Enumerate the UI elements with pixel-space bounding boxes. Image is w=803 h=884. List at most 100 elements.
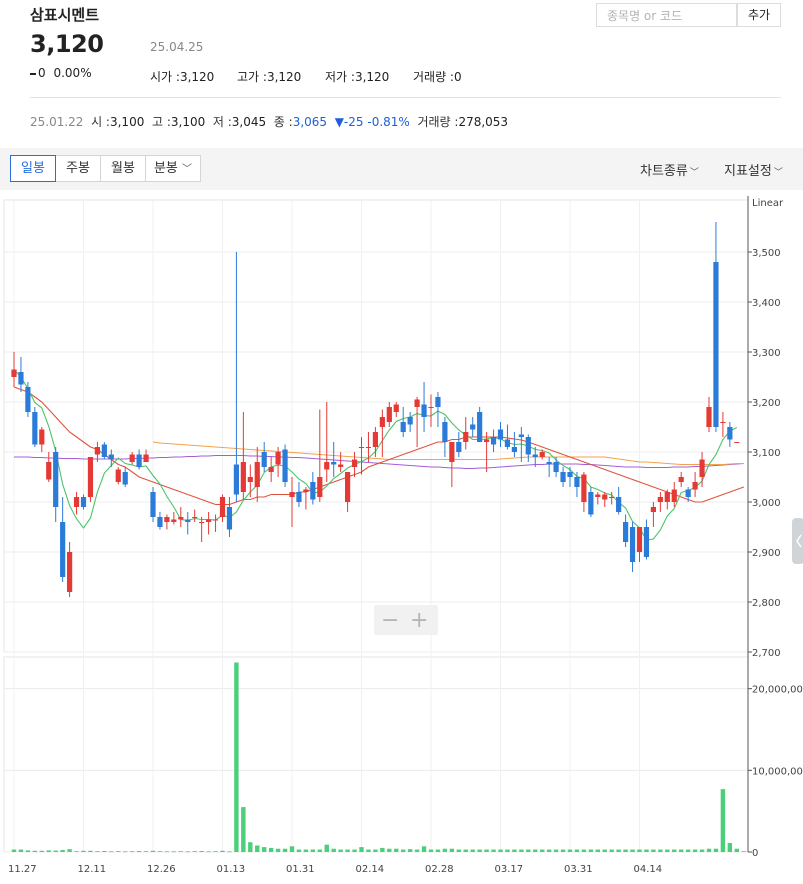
- volume-bar: [540, 849, 545, 852]
- x-tick-label: 02.28: [425, 864, 454, 875]
- volume-bar: [352, 849, 357, 852]
- candle-body: [32, 412, 38, 445]
- volume-bar: [407, 849, 413, 852]
- volume-bar: [220, 850, 225, 852]
- zoom-in-button[interactable]: +: [410, 608, 428, 633]
- x-tick-label: 03.31: [564, 864, 593, 875]
- volume-bar: [275, 848, 281, 852]
- volume-bar: [289, 846, 295, 852]
- volume-bar: [373, 849, 378, 852]
- volume-bar: [734, 848, 739, 852]
- prev-change: ▼-25: [334, 115, 364, 129]
- volume-bar: [672, 849, 677, 852]
- prev-high: 3,100: [170, 115, 206, 129]
- candle-body: [338, 464, 344, 467]
- x-tick-label: 04.14: [634, 864, 663, 875]
- candle-body: [372, 432, 378, 447]
- x-tick-label: 03.17: [495, 864, 524, 875]
- change-value: 0: [38, 66, 46, 80]
- open-label: 시가 :: [150, 70, 180, 84]
- low-price: 저가 :3,120: [325, 68, 389, 85]
- candle-body: [539, 452, 545, 457]
- volume-bar: [435, 849, 441, 852]
- price-tick-label: 3,000: [752, 498, 781, 509]
- candle-body: [386, 407, 392, 422]
- candle-body: [407, 417, 413, 425]
- tab-minute[interactable]: 분봉 ﹀: [145, 155, 201, 182]
- volume-bar: [324, 844, 329, 852]
- chart-type-menu[interactable]: 차트종류 ﹀: [640, 160, 699, 179]
- candle-body: [713, 262, 719, 427]
- low-label: 저가 :: [325, 70, 355, 84]
- volume-bar: [234, 662, 239, 852]
- add-button[interactable]: 추가: [737, 3, 781, 27]
- volume-bar: [359, 847, 364, 852]
- candle-body: [53, 452, 59, 507]
- volume-bar: [692, 849, 698, 852]
- volume-bar: [567, 849, 573, 852]
- candle-body: [400, 422, 406, 432]
- prev-high-label: 고 :: [151, 115, 171, 129]
- volume-bar: [338, 849, 343, 852]
- volume-bar: [380, 847, 385, 852]
- change-flat-icon: [30, 72, 36, 75]
- volume-bar: [526, 849, 531, 852]
- stock-chart[interactable]: 3,500 3,400 3,300 3,200 3,100 3,000 2,900 2,800…: [0, 196, 803, 884]
- candle-body: [18, 372, 24, 385]
- price-tick-label: 3,300: [752, 348, 781, 359]
- volume-bar: [533, 849, 538, 852]
- volume-bar: [644, 849, 649, 852]
- candles: [11, 222, 740, 597]
- volume-bar: [95, 851, 100, 852]
- candle-body: [699, 459, 705, 477]
- candle-body: [609, 497, 615, 498]
- tab-monthly[interactable]: 월봉: [100, 155, 146, 182]
- candle-body: [435, 397, 441, 407]
- volume-bar: [310, 849, 316, 852]
- indicator-label: 지표설정: [724, 164, 772, 179]
- tab-daily[interactable]: 일봉: [10, 155, 56, 182]
- price-tick-label: 2,700: [752, 648, 781, 659]
- volume-tick-label: 0: [752, 848, 758, 859]
- volume-bar: [602, 849, 607, 852]
- candle-body: [678, 477, 684, 482]
- stock-name: 삼표시멘트: [30, 6, 100, 24]
- candle-body: [192, 517, 198, 518]
- candle-body: [219, 497, 226, 517]
- price-tick-label: 3,500: [752, 248, 781, 259]
- volume-bar: [53, 850, 58, 852]
- prev-close-label: 종 :: [273, 115, 293, 129]
- candle-body: [240, 462, 246, 492]
- volume-bar: [394, 848, 399, 852]
- volume-bars: [11, 662, 746, 853]
- candle-body: [588, 492, 594, 515]
- prev-volume: 278,053: [458, 115, 509, 129]
- x-tick-label: 01.31: [286, 864, 315, 875]
- candle-body: [115, 469, 121, 482]
- volume-bar: [60, 849, 65, 852]
- prev-date: 25.01.22: [30, 115, 84, 129]
- indicator-menu[interactable]: 지표설정 ﹀: [724, 160, 783, 179]
- x-tick-label: 12.11: [78, 864, 107, 875]
- volume-bar: [123, 851, 128, 853]
- candle-body: [636, 527, 643, 552]
- candle-body: [206, 519, 212, 522]
- prev-open: 3,100: [109, 115, 145, 129]
- volume-bar: [116, 851, 121, 852]
- volume-bar: [25, 850, 31, 852]
- chevron-down-icon: ﹀: [773, 168, 783, 178]
- prev-change-pct: -0.81%: [367, 115, 410, 129]
- price-change: 0 0.00%: [30, 66, 92, 80]
- zoom-out-button[interactable]: −: [381, 608, 399, 633]
- volume-bar: [581, 849, 587, 852]
- scale-label: Linear: [752, 198, 784, 209]
- volume-bar: [67, 849, 72, 852]
- volume-bar: [192, 851, 197, 852]
- candle-body: [324, 462, 330, 470]
- high-label: 고가 :: [237, 70, 267, 84]
- search-input[interactable]: [605, 5, 739, 27]
- tab-weekly[interactable]: 주봉: [55, 155, 101, 182]
- volume-bar: [268, 847, 274, 852]
- candle-body: [706, 407, 712, 427]
- candle-body: [421, 404, 427, 417]
